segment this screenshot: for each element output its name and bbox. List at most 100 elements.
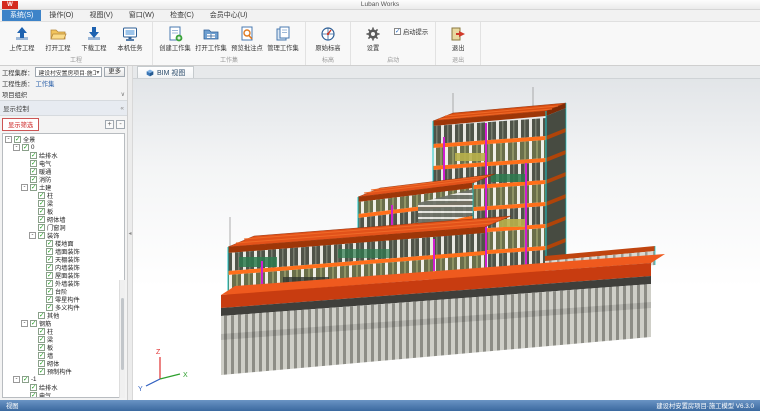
tree-item-电气[interactable]: ✓电气	[3, 159, 124, 167]
tree-checkbox[interactable]: ✓	[46, 272, 53, 279]
tree-item-土建[interactable]: -✓土建	[3, 183, 124, 191]
tree-checkbox[interactable]: ✓	[46, 240, 53, 247]
ribbon-button-label: 上传工程	[9, 43, 34, 52]
tree-checkbox[interactable]: ✓	[30, 392, 37, 399]
tree-checkbox[interactable]: ✓	[46, 256, 53, 263]
menu-item-5[interactable]: 会员中心(U)	[202, 10, 256, 21]
tree-checkbox[interactable]: ✓	[30, 184, 37, 191]
tree-item-墙[interactable]: ✓墙	[3, 351, 124, 359]
splitter-collapse-icon[interactable]: ◂	[128, 230, 131, 237]
startup-tip-checkbox[interactable]: ✓启动提示	[394, 27, 428, 36]
tree-checkbox[interactable]: ✓	[30, 384, 37, 391]
tree-checkbox[interactable]: ✓	[38, 352, 45, 359]
chevron-down-icon[interactable]: ∨	[121, 91, 125, 98]
tree-checkbox[interactable]: ✓	[22, 144, 29, 151]
tree-checkbox[interactable]: ✓	[30, 176, 37, 183]
tree-checkbox[interactable]: ✓	[38, 360, 45, 367]
tree-item-多义构件[interactable]: ✓多义构件	[3, 303, 124, 311]
more-button[interactable]: 更多	[104, 67, 125, 77]
tree-checkbox[interactable]: ✓	[38, 368, 45, 375]
tree-item-给排水[interactable]: ✓给排水	[3, 383, 124, 391]
tree-item-柱[interactable]: ✓柱	[3, 191, 124, 199]
cluster-label: 工程集群：	[2, 68, 33, 77]
cluster-dropdown[interactable]: 建设村安置房项目·施工模型 ▾	[35, 67, 102, 77]
tree-checkbox[interactable]: ✓	[38, 312, 45, 319]
tree-checkbox[interactable]: ✓	[30, 152, 37, 159]
collapse-panel-icon[interactable]: «	[120, 105, 124, 112]
tree-item-全景[interactable]: -✓全景	[3, 135, 124, 143]
tree-item-暖通[interactable]: ✓暖通	[3, 167, 124, 175]
computer-button[interactable]: 本机任务	[112, 23, 148, 52]
tree-item-给排水[interactable]: ✓给排水	[3, 151, 124, 159]
collapse-toggle-icon[interactable]: -	[21, 184, 28, 191]
collapse-toggle-icon[interactable]: -	[13, 144, 20, 151]
tree-item-预制构件[interactable]: ✓预制构件	[3, 367, 124, 375]
tree-item-柱[interactable]: ✓柱	[3, 327, 124, 335]
download-button[interactable]: 下载工程	[76, 23, 112, 52]
checkbox-icon[interactable]: ✓	[394, 28, 401, 35]
menu-item-2[interactable]: 视图(V)	[81, 10, 120, 21]
menu-item-3[interactable]: 窗口(W)	[121, 10, 162, 21]
tree-checkbox[interactable]: ✓	[46, 248, 53, 255]
tree-item--1[interactable]: -✓-1	[3, 375, 124, 383]
tree-item-梁[interactable]: ✓梁	[3, 335, 124, 343]
tree-checkbox[interactable]: ✓	[38, 216, 45, 223]
tree-indent	[29, 224, 36, 231]
model-canvas[interactable]: Z X Y	[133, 79, 760, 400]
elevation-button[interactable]: 原始标高	[310, 23, 346, 52]
new-workset-button[interactable]: 创建工作集	[157, 23, 193, 52]
bim-3d-model[interactable]: Z X Y	[133, 79, 760, 400]
tree-checkbox[interactable]: ✓	[38, 336, 45, 343]
tree-item-钢筋[interactable]: -✓钢筋	[3, 319, 124, 327]
tree-item-梁[interactable]: ✓梁	[3, 199, 124, 207]
collapse-toggle-icon[interactable]: -	[5, 136, 12, 143]
exit-button[interactable]: 退出	[440, 23, 476, 52]
tree-item-0[interactable]: -✓0	[3, 143, 124, 151]
tree-checkbox[interactable]: ✓	[46, 264, 53, 271]
collapse-toggle-icon[interactable]: -	[21, 320, 28, 327]
tree-checkbox[interactable]: ✓	[30, 160, 37, 167]
tree-checkbox[interactable]: ✓	[14, 136, 21, 143]
tree-checkbox[interactable]: ✓	[38, 344, 45, 351]
tree-checkbox[interactable]: ✓	[46, 280, 53, 287]
tree-checkbox[interactable]: ✓	[38, 208, 45, 215]
tab-bim-view[interactable]: BIM 视图	[137, 66, 194, 78]
bim-viewport: BIM 视图	[133, 66, 760, 400]
ribbon-toolbar: 上传工程打开工程下载工程本机任务工程创建工作集打开工作集预览批注点管理工作集工作…	[0, 22, 760, 66]
tree-checkbox[interactable]: ✓	[38, 328, 45, 335]
gear-button[interactable]: 设置	[355, 23, 391, 52]
tree-item-板[interactable]: ✓板	[3, 343, 124, 351]
menu-item-1[interactable]: 操作(O)	[41, 10, 81, 21]
tree-item-其他[interactable]: ✓其他	[3, 311, 124, 319]
tree-scrollbar[interactable]	[119, 280, 125, 398]
display-filter-button[interactable]: 显示筛选	[2, 118, 39, 131]
collapse-all-button[interactable]: -	[116, 120, 125, 129]
tree-checkbox[interactable]: ✓	[30, 320, 37, 327]
tree-item-消防[interactable]: ✓消防	[3, 175, 124, 183]
tree-checkbox[interactable]: ✓	[22, 376, 29, 383]
tree-checkbox[interactable]: ✓	[46, 304, 53, 311]
tree-checkbox[interactable]: ✓	[46, 296, 53, 303]
collapse-toggle-icon[interactable]: -	[13, 376, 20, 383]
tree-checkbox[interactable]: ✓	[30, 168, 37, 175]
menu-item-0[interactable]: 系统(S)	[2, 10, 41, 21]
open-project-button[interactable]: 打开工程	[40, 23, 76, 52]
upload-button[interactable]: 上传工程	[4, 23, 40, 52]
project-org-row[interactable]: 项目组织 ∨	[0, 89, 127, 100]
open-workset-button[interactable]: 打开工作集	[193, 23, 229, 52]
tree-checkbox[interactable]: ✓	[38, 232, 45, 239]
ribbon-group-工作集: 创建工作集打开工作集预览批注点管理工作集工作集	[153, 22, 306, 65]
tree-item-门窗洞[interactable]: ✓门窗洞	[3, 223, 124, 231]
tree-checkbox[interactable]: ✓	[38, 192, 45, 199]
tree-checkbox[interactable]: ✓	[38, 224, 45, 231]
manage-workset-button[interactable]: 管理工作集	[265, 23, 301, 52]
tree-item-电气[interactable]: ✓电气	[3, 391, 124, 398]
preview-point-button[interactable]: 预览批注点	[229, 23, 265, 52]
expand-all-button[interactable]: +	[105, 120, 114, 129]
display-control-header[interactable]: 显示控制 «	[0, 100, 127, 116]
tree-checkbox[interactable]: ✓	[38, 200, 45, 207]
tree-scrollbar-thumb[interactable]	[121, 298, 124, 370]
menu-item-4[interactable]: 检查(C)	[162, 10, 202, 21]
collapse-toggle-icon[interactable]: -	[29, 232, 36, 239]
tree-checkbox[interactable]: ✓	[46, 288, 53, 295]
